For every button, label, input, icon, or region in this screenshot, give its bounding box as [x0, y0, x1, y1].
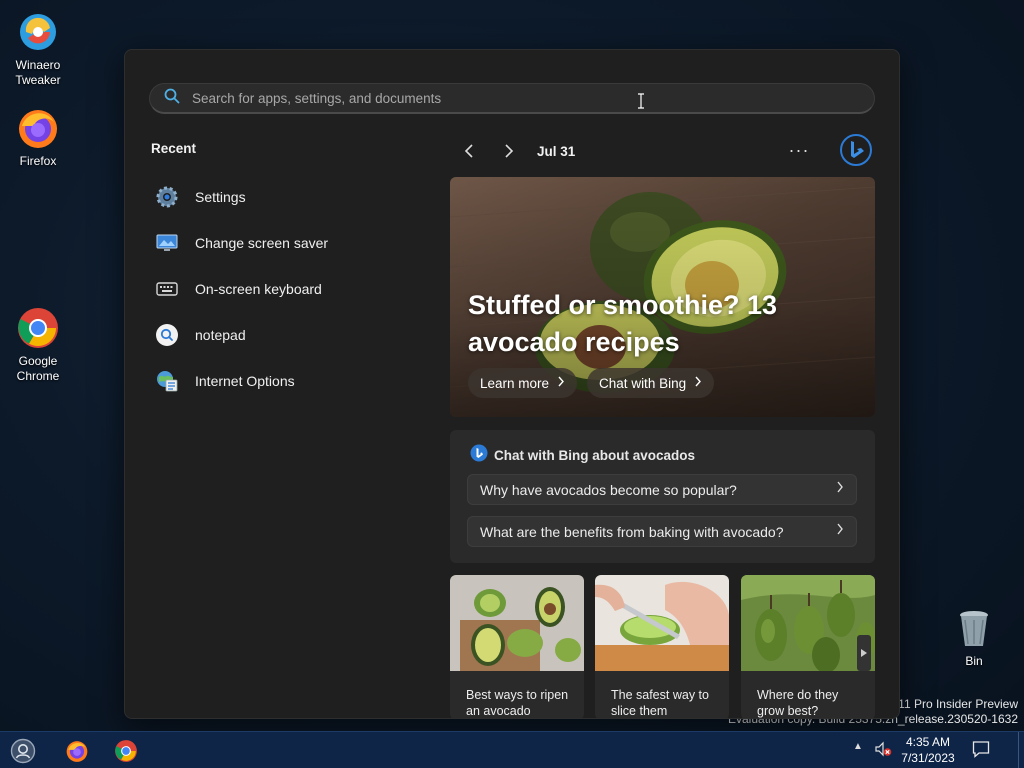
recent-item-label: On-screen keyboard [195, 281, 322, 297]
desktop-icon-firefox[interactable]: Firefox [0, 106, 76, 169]
desktop-icon-label: Tweaker [15, 73, 61, 87]
hero-title: Stuffed or smoothie? 13 avocado recipes [468, 290, 778, 357]
recent-item-internet-options[interactable]: Internet Options [155, 358, 415, 404]
article-caption: Where do they grow best? [757, 688, 839, 718]
recent-item-on-screen-keyboard[interactable]: On-screen keyboard [155, 266, 415, 312]
desktop-icon-google-chrome[interactable]: Google Chrome [0, 306, 76, 384]
show-desktop-button[interactable] [1018, 732, 1024, 768]
text-cursor-icon [638, 93, 644, 109]
article-caption: The safest way to slice them [611, 688, 709, 718]
firefox-icon [16, 106, 60, 150]
learn-more-label: Learn more [480, 375, 550, 391]
article-card-grow[interactable]: Where do they grow best? [741, 575, 875, 718]
desktop-icon-recycle-bin[interactable]: Bin [936, 606, 1012, 669]
firefox-icon [66, 741, 88, 762]
suggested-question[interactable]: What are the benefits from baking with a… [467, 516, 857, 547]
triangle-right-icon [861, 649, 867, 657]
winaero-tweaker-icon [16, 10, 60, 54]
chrome-icon [16, 306, 60, 350]
scroll-right-button[interactable] [857, 635, 871, 671]
recent-item-notepad[interactable]: notepad [155, 312, 415, 358]
desktop-icon-winaero-tweaker[interactable]: Winaero Tweaker [0, 10, 76, 88]
taskbar-firefox[interactable] [62, 736, 92, 766]
article-card-ripen[interactable]: Best ways to ripen an avocado [450, 575, 584, 718]
search-box[interactable] [149, 83, 875, 114]
suggested-question[interactable]: Why have avocados become so popular? [467, 474, 857, 505]
taskbar-chrome[interactable] [111, 736, 141, 766]
next-arrow-icon[interactable] [495, 137, 523, 165]
desktop-icon-label: Winaero [15, 58, 61, 72]
desktop-icon-label: Firefox [19, 154, 57, 168]
recent-item-label: Settings [195, 189, 246, 205]
recent-list: Settings Change screen saver On-screen k… [155, 174, 415, 404]
search-result-icon [155, 323, 179, 347]
volume-muted-icon[interactable] [874, 741, 892, 762]
chevron-right-icon [836, 481, 844, 496]
search-input[interactable] [192, 90, 792, 106]
more-options-icon[interactable]: ··· [785, 136, 813, 164]
previous-arrow-icon[interactable] [455, 137, 483, 165]
recycle-bin-icon [952, 606, 996, 650]
windows-watermark-line1: s 11 Pro Insider Preview [888, 697, 1018, 711]
desktop-icon-label: Chrome [16, 369, 60, 383]
avocado-slices-image [450, 575, 584, 671]
recent-item-label: notepad [195, 327, 246, 343]
chevron-right-icon [694, 376, 702, 390]
chat-card-title: Chat with Bing about avocados [494, 448, 696, 463]
search-icon [164, 88, 180, 109]
bing-logo-icon [470, 444, 488, 467]
internet-options-icon [155, 369, 179, 393]
hero-card[interactable]: Stuffed or smoothie? 13 avocado recipes … [450, 177, 875, 417]
recent-item-label: Change screen saver [195, 235, 329, 251]
bing-icon[interactable] [839, 133, 873, 167]
taskbar-clock[interactable]: 4:35 AM 7/31/2023 [898, 734, 958, 766]
keyboard-icon [155, 277, 179, 301]
feed-navigation: Jul 31 ··· [455, 133, 875, 167]
chrome-icon [115, 740, 137, 762]
settings-gear-icon [155, 185, 179, 209]
recent-item-change-screen-saver[interactable]: Change screen saver [155, 220, 415, 266]
chat-with-bing-button[interactable]: Chat with Bing [587, 368, 715, 398]
desktop-icon-label: Google [18, 354, 58, 368]
recent-heading: Recent [151, 141, 197, 156]
chat-with-bing-label: Chat with Bing [599, 375, 687, 391]
chevron-right-icon [557, 376, 565, 390]
avocado-tree-image [741, 575, 875, 673]
article-thumbnails: Best ways to ripen an avocado The safest… [450, 575, 880, 718]
start-icon [10, 738, 36, 764]
slicing-avocado-image [595, 575, 729, 671]
chevron-right-icon [836, 523, 844, 538]
bing-chat-card: Chat with Bing about avocados Why have a… [450, 430, 875, 563]
clock-time: 4:35 AM [905, 735, 951, 749]
start-search-panel: Recent Settings Change scree [124, 49, 900, 719]
article-caption: Best ways to ripen an avocado [466, 688, 569, 718]
question-text: What are the benefits from baking with a… [480, 523, 784, 540]
screen-saver-icon [155, 231, 179, 255]
action-center-icon[interactable] [972, 740, 990, 763]
taskbar: ▲ 4:35 AM 7/31/2023 [0, 731, 1024, 768]
article-card-slice[interactable]: The safest way to slice them [595, 575, 729, 718]
start-button[interactable] [8, 736, 38, 766]
feed-date: Jul 31 [537, 143, 576, 159]
desktop-icon-label: Bin [965, 654, 983, 668]
clock-date: 7/31/2023 [901, 751, 955, 765]
recent-item-settings[interactable]: Settings [155, 174, 415, 220]
tray-overflow-chevron-icon[interactable]: ▲ [853, 741, 863, 752]
recent-item-label: Internet Options [195, 373, 295, 389]
learn-more-button[interactable]: Learn more [468, 368, 578, 398]
question-text: Why have avocados become so popular? [480, 481, 737, 498]
